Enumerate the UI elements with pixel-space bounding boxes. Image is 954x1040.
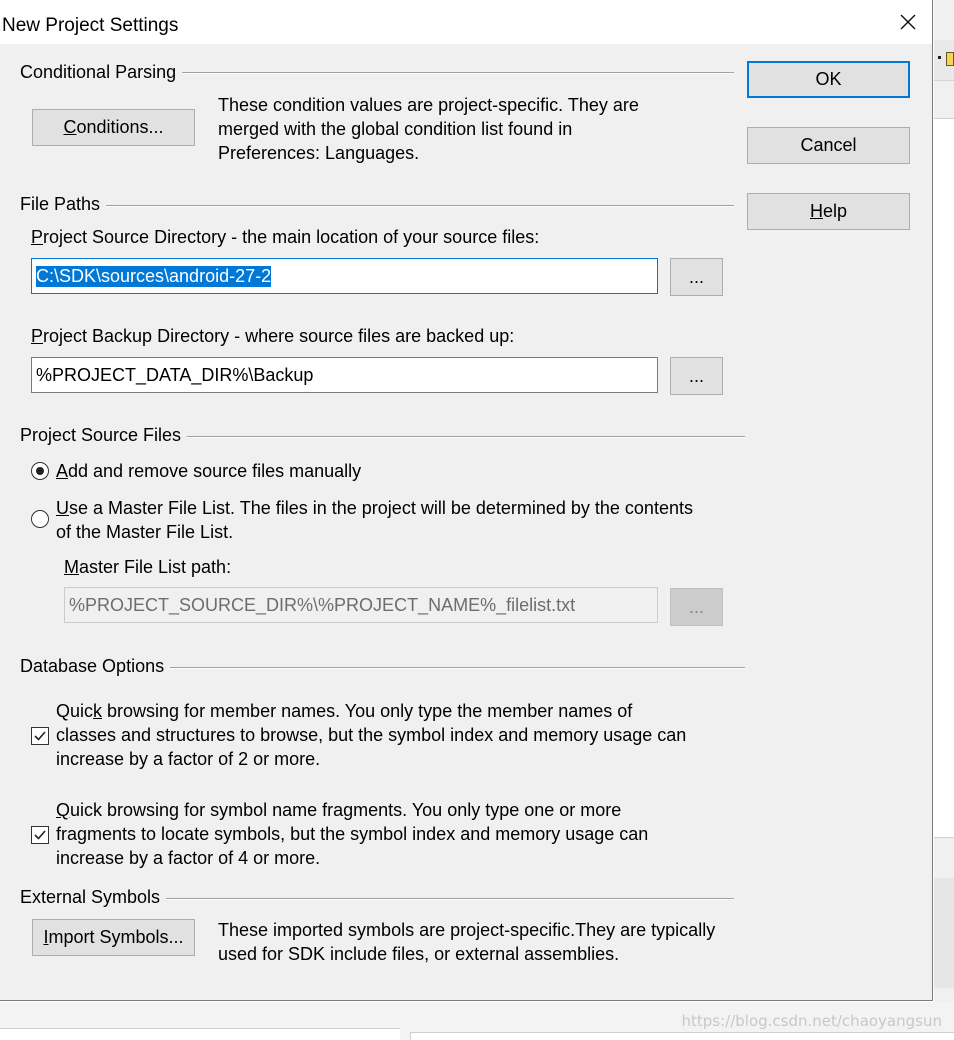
master-file-list-path-label: Master File List path: bbox=[64, 557, 232, 577]
master-file-list-path-input: %PROJECT_SOURCE_DIR%\%PROJECT_NAME%_file… bbox=[64, 587, 658, 623]
backup-directory-input[interactable]: %PROJECT_DATA_DIR%\Backup bbox=[31, 357, 658, 393]
radio-manual-files-label[interactable]: Add and remove source files manually bbox=[56, 461, 361, 482]
background-folder-icon bbox=[946, 52, 954, 66]
close-button[interactable] bbox=[886, 0, 932, 44]
radio-selected-dot bbox=[36, 467, 44, 475]
checkbox-quick-member-browsing[interactable] bbox=[31, 727, 49, 745]
help-button[interactable]: Help bbox=[747, 193, 910, 230]
watermark-text: https://blog.csdn.net/chaoyangsun bbox=[681, 1012, 942, 1030]
background-status-field bbox=[0, 1028, 400, 1040]
file-paths-separator bbox=[20, 205, 734, 207]
radio-master-file-list-label[interactable]: Use a Master File List. The files in the… bbox=[56, 496, 693, 544]
dialog-title: New Project Settings bbox=[2, 15, 179, 36]
import-symbols-button[interactable]: Import Symbols... bbox=[32, 919, 195, 956]
ok-button[interactable]: OK bbox=[747, 61, 910, 98]
background-status-field-2 bbox=[410, 1032, 954, 1040]
project-source-files-title: Project Source Files bbox=[20, 425, 188, 446]
screen: https://blog.csdn.net/chaoyangsun New Pr… bbox=[0, 0, 954, 1040]
database-options-title: Database Options bbox=[20, 656, 171, 677]
checkmark-icon bbox=[34, 830, 46, 840]
checkmark-icon bbox=[34, 731, 46, 741]
background-editor-pane bbox=[934, 118, 954, 838]
import-symbols-button-label: Import Symbols... bbox=[43, 927, 184, 947]
radio-manual-files[interactable] bbox=[31, 462, 49, 480]
conditional-parsing-description: These condition values are project-speci… bbox=[218, 95, 639, 163]
conditional-parsing-title: Conditional Parsing bbox=[20, 62, 183, 83]
ok-button-label: OK bbox=[815, 69, 842, 89]
background-toolbar-dot bbox=[938, 56, 941, 59]
cancel-button[interactable]: Cancel bbox=[747, 127, 910, 164]
backup-directory-label: Project Backup Directory - where source … bbox=[31, 326, 515, 346]
new-project-settings-dialog: New Project Settings OK Cancel Help Cond… bbox=[0, 0, 933, 1001]
help-button-label: Help bbox=[809, 201, 848, 221]
browse-master-file-list-button: ... bbox=[670, 588, 723, 626]
external-symbols-title: External Symbols bbox=[20, 887, 167, 908]
file-paths-title: File Paths bbox=[20, 194, 107, 215]
source-directory-label: Project Source Directory - the main loca… bbox=[31, 227, 540, 247]
source-directory-input[interactable]: C:\SDK\sources\android-27-2 bbox=[31, 258, 658, 294]
browse-backup-button[interactable]: ... bbox=[670, 357, 723, 395]
checkbox-quick-fragment-browsing[interactable] bbox=[31, 826, 49, 844]
browse-source-button[interactable]: ... bbox=[670, 258, 723, 296]
dialog-titlebar: New Project Settings bbox=[0, 0, 932, 44]
cancel-button-label: Cancel bbox=[800, 135, 857, 155]
radio-master-file-list[interactable] bbox=[31, 510, 49, 528]
background-app-right-edge bbox=[934, 0, 954, 1040]
browse-master-label: ... bbox=[688, 596, 704, 617]
browse-backup-label: ... bbox=[688, 365, 704, 386]
quick-fragment-browsing-label[interactable]: Quick browsing for symbol name fragments… bbox=[56, 798, 648, 870]
browse-source-label: ... bbox=[688, 266, 704, 287]
external-symbols-description: These imported symbols are project-speci… bbox=[218, 920, 716, 964]
quick-member-browsing-label[interactable]: Quick browsing for member names. You onl… bbox=[56, 699, 686, 771]
background-side-pane bbox=[934, 878, 954, 988]
conditions-button[interactable]: Conditions... bbox=[32, 109, 195, 146]
close-icon bbox=[900, 14, 916, 30]
conditions-button-label: Conditions... bbox=[63, 117, 164, 137]
